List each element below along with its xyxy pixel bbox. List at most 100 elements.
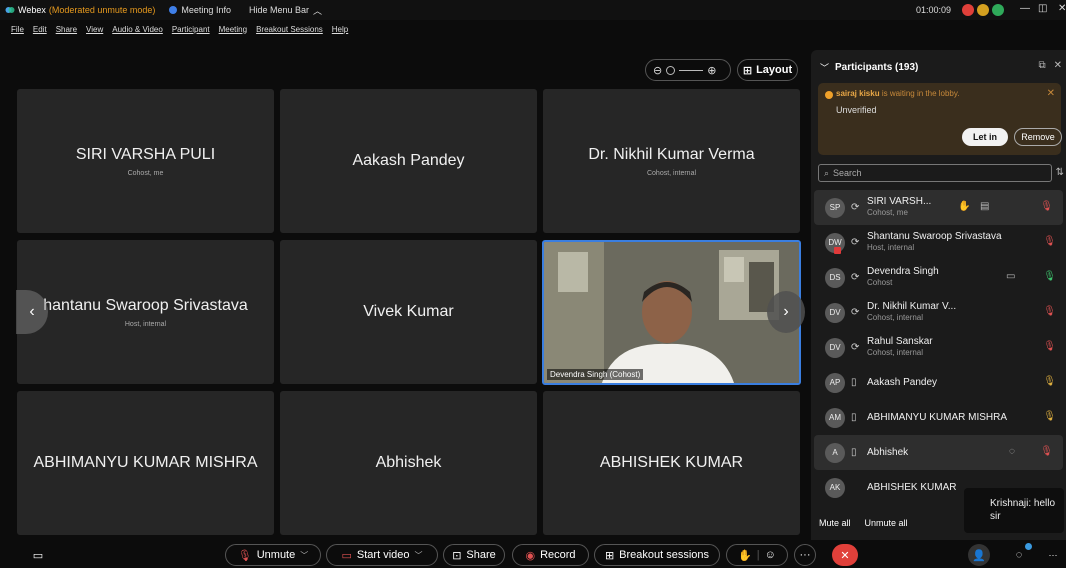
more-options-icon[interactable]: ···: [794, 544, 816, 566]
participants-title: Participants (193): [835, 62, 919, 73]
hide-menu-bar-button[interactable]: Hide Menu Bar: [249, 5, 309, 15]
participant-name: SIRI VARSH...: [867, 196, 932, 207]
share-button[interactable]: ⊡ Share: [443, 544, 505, 566]
unmuted-mic-icon[interactable]: 🎙: [1043, 271, 1056, 282]
phone-icon: ▯: [851, 412, 857, 423]
avatar: AP: [825, 372, 845, 393]
menu-help[interactable]: Help: [332, 25, 348, 34]
more-panels-icon[interactable]: ···: [1042, 544, 1064, 566]
menu-breakout-sessions[interactable]: Breakout Sessions: [256, 25, 323, 34]
participant-tile[interactable]: Dr. Nikhil Kumar Verma Cohost, internal: [543, 89, 800, 233]
participant-role: Cohost, internal: [867, 313, 924, 322]
zoom-slider[interactable]: ⊖ ⊕: [645, 59, 731, 81]
lobby-notification: sairaj kisku is waiting in the lobby. Un…: [818, 83, 1062, 155]
zoom-out-icon[interactable]: ⊖: [653, 64, 662, 77]
sync-icon: ⟳: [851, 237, 860, 248]
minimize-icon[interactable]: —: [1020, 3, 1030, 14]
participant-search-input[interactable]: ⌕ Search: [818, 164, 1052, 182]
mute-all-button[interactable]: Mute all: [819, 518, 851, 528]
participant-tile[interactable]: Abhishek: [280, 391, 537, 535]
info-icon: [169, 6, 178, 14]
share-screen-icon: ⊡: [452, 549, 462, 562]
zoom-slider-knob[interactable]: [666, 65, 676, 75]
start-video-button[interactable]: ▭ Start video ﹀: [326, 544, 438, 566]
participant-name: Devendra Singh: [867, 266, 939, 277]
participant-role: Cohost, internal: [867, 348, 924, 357]
menu-participant[interactable]: Participant: [172, 25, 210, 34]
remove-button[interactable]: Remove: [1014, 128, 1062, 146]
end-meeting-button[interactable]: ✕: [832, 544, 858, 566]
menu-meeting[interactable]: Meeting: [219, 25, 247, 34]
muted-mic-icon[interactable]: 🎙: [1043, 341, 1056, 352]
next-page-arrow[interactable]: ›: [767, 291, 805, 333]
chevron-down-icon[interactable]: ﹀: [300, 550, 308, 561]
participant-tile[interactable]: ABHIMANYU KUMAR MISHRA: [17, 391, 274, 535]
participant-row[interactable]: AP ▯ Aakash Pandey 🎙: [811, 365, 1066, 400]
participant-tile[interactable]: SIRI VARSHA PULI Cohost, me: [17, 89, 274, 233]
unmute-all-button[interactable]: Unmute all: [865, 518, 908, 528]
muted-mic-icon[interactable]: 🎙: [1043, 306, 1056, 317]
muted-mic-icon[interactable]: 🎙: [1040, 446, 1053, 457]
sync-icon: ⟳: [851, 202, 860, 213]
maximize-icon[interactable]: ◫: [1038, 3, 1047, 14]
participants-header[interactable]: ﹀ Participants (193): [820, 61, 918, 74]
tile-name: SIRI VARSHA PULI: [75, 145, 216, 163]
encryption-status-icon: [992, 4, 1004, 16]
participant-row[interactable]: DV ⟳ Rahul Sanskar Cohost, internal 🎙: [811, 330, 1066, 365]
participant-row[interactable]: AM ▯ ABHIMANYU KUMAR MISHRA 🎙: [811, 400, 1066, 435]
participant-tile[interactable]: Vivek Kumar: [280, 240, 537, 384]
unmute-button[interactable]: 🎙 Unmute ﹀: [225, 544, 321, 566]
close-icon[interactable]: ✕: [1058, 3, 1066, 14]
sort-icon[interactable]: ⇅: [1056, 167, 1064, 178]
participant-tile[interactable]: hantanu Swaroop Srivastava Host, interna…: [17, 240, 274, 384]
breakout-label: Breakout sessions: [619, 549, 710, 561]
menu-share[interactable]: Share: [56, 25, 77, 34]
participant-row[interactable]: DS ⟳ Devendra Singh Cohost ▭ 🎙: [811, 260, 1066, 295]
menu-view[interactable]: View: [86, 25, 103, 34]
participant-row[interactable]: DW ⟳ Shantanu Swaroop Srivastava Host, i…: [811, 225, 1066, 260]
phone-icon: ▯: [851, 377, 857, 388]
participants-panel: ﹀ Participants (193) ⧉ ✕ sairaj kisku is…: [811, 50, 1066, 540]
chevron-up-icon[interactable]: ︿: [313, 4, 322, 17]
popout-icon[interactable]: ⧉: [1038, 60, 1045, 71]
zoom-in-icon[interactable]: ⊕: [707, 64, 716, 77]
record-button[interactable]: ◉ Record: [512, 544, 589, 566]
participant-role: Cohost: [867, 278, 893, 287]
sync-icon: ⟳: [851, 272, 860, 283]
layout-button[interactable]: ⊞ Layout: [737, 59, 798, 81]
close-panel-icon[interactable]: ✕: [1054, 60, 1062, 71]
menu-audio-video[interactable]: Audio & Video: [112, 25, 163, 34]
chat-icon[interactable]: ◌: [1009, 446, 1015, 457]
avatar: SP: [825, 197, 845, 218]
chevron-down-icon[interactable]: ﹀: [415, 550, 423, 561]
avatar: AM: [825, 407, 845, 428]
chevron-down-icon[interactable]: ﹀: [820, 61, 829, 74]
raise-hand-icon: ✋: [738, 549, 752, 562]
participant-row[interactable]: SP ⟳ SIRI VARSH... Cohost, me ✋ ▤ 🎙: [814, 190, 1063, 225]
participant-row[interactable]: DV ⟳ Dr. Nikhil Kumar V... Cohost, inter…: [811, 295, 1066, 330]
menu-edit[interactable]: Edit: [33, 25, 47, 34]
video-tile[interactable]: Devendra Singh (Cohost): [542, 240, 801, 385]
participant-name: Abhishek: [867, 447, 909, 458]
meeting-info-button[interactable]: Meeting Info: [169, 5, 231, 15]
muted-mic-icon[interactable]: 🎙: [1043, 236, 1056, 247]
chat-message-line: Krishnaji: hello: [990, 498, 1056, 509]
warning-icon: [825, 91, 833, 99]
moderated-mode-label: (Moderated unmute mode): [48, 5, 156, 15]
zoom-slider-track[interactable]: [679, 69, 704, 71]
participants-icon[interactable]: 👤: [968, 544, 990, 566]
let-in-button[interactable]: Let in: [962, 128, 1008, 146]
unmute-request-mic-icon[interactable]: 🎙: [1043, 376, 1056, 387]
unmute-request-mic-icon[interactable]: 🎙: [1043, 411, 1056, 422]
phone-icon: ▯: [851, 447, 857, 458]
participant-tile[interactable]: Aakash Pandey: [280, 89, 537, 233]
chat-notification-popup[interactable]: Krishnaji: hello sir: [964, 488, 1064, 533]
breakout-sessions-button[interactable]: ⊞ Breakout sessions: [594, 544, 720, 566]
menu-file[interactable]: File: [11, 25, 24, 34]
reactions-button[interactable]: ✋ | ☺: [726, 544, 788, 566]
participant-row[interactable]: A ▯ Abhishek ◌ 🎙: [814, 435, 1063, 470]
dismiss-lobby-icon[interactable]: ✕: [1047, 88, 1055, 99]
muted-mic-icon[interactable]: 🎙: [1040, 201, 1053, 212]
participant-tile[interactable]: ABHISHEK KUMAR: [543, 391, 800, 535]
captions-icon[interactable]: ▭: [27, 544, 49, 566]
